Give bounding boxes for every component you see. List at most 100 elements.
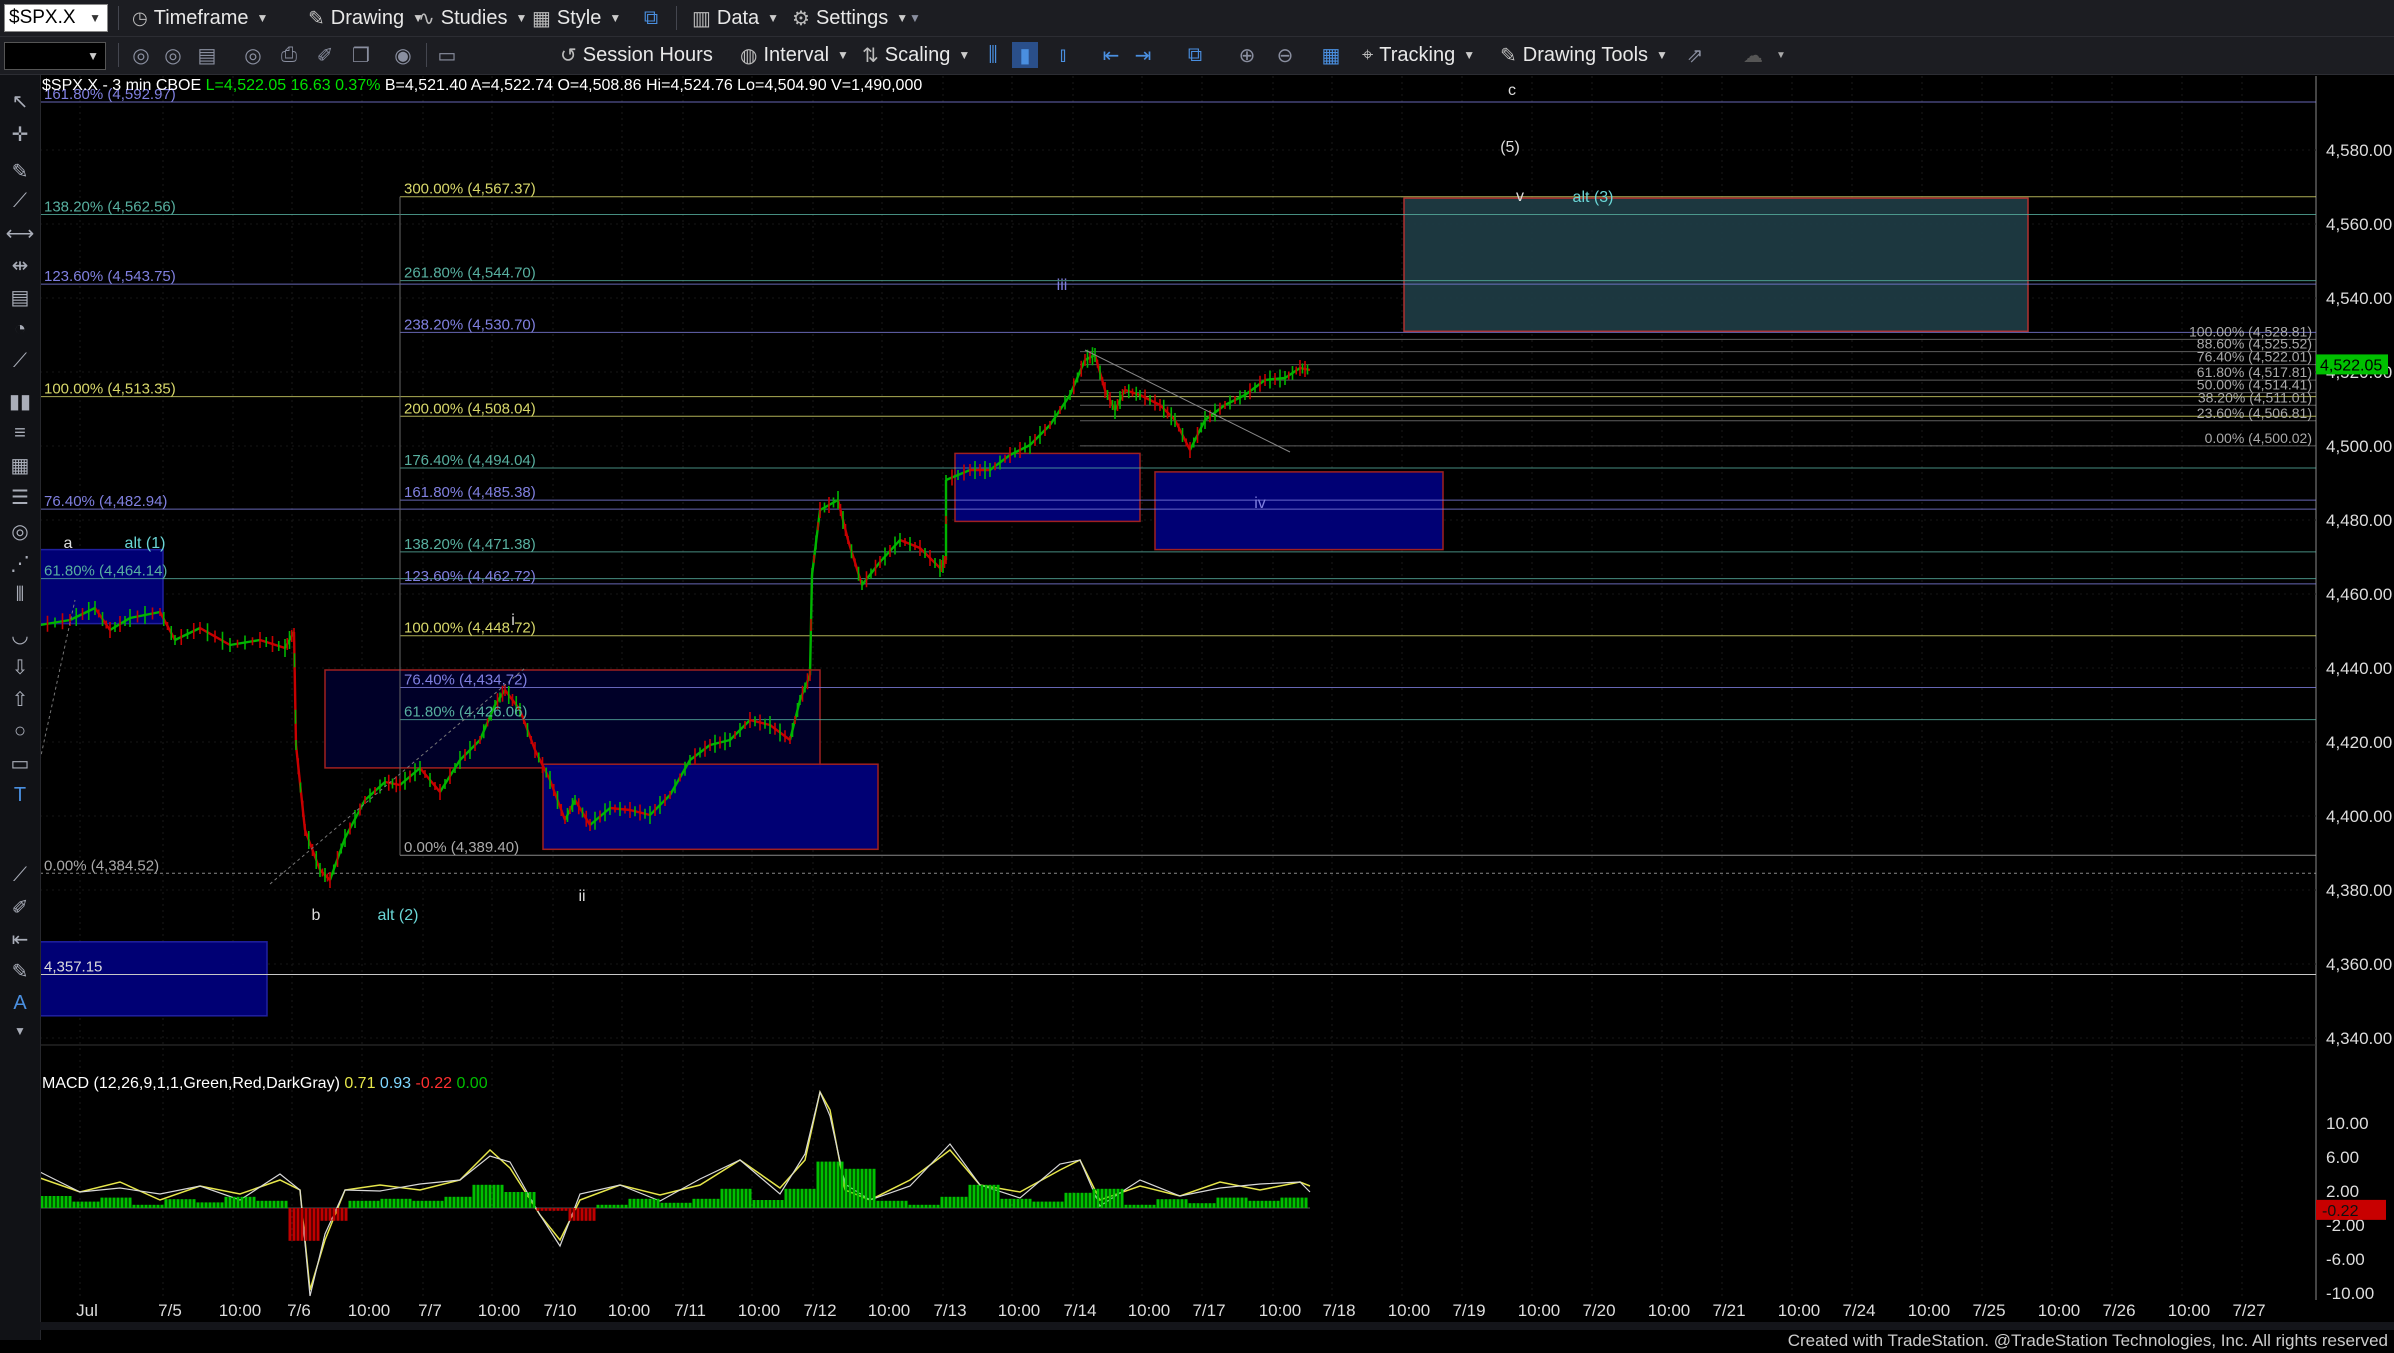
- time-tick-label: 7/24: [1842, 1301, 1875, 1320]
- text-icon[interactable]: T: [5, 781, 35, 809]
- grid-icon[interactable]: ▦: [5, 451, 35, 479]
- arrow-down-icon[interactable]: ⇩: [5, 653, 35, 681]
- gear-icon: ⚙: [792, 7, 810, 30]
- footer-credit: Created with TradeStation. @TradeStation…: [1787, 1331, 2388, 1350]
- price-tick-label: 4,500.00: [2326, 437, 2392, 456]
- interval-menu[interactable]: ◍ Interval ▼: [740, 42, 849, 68]
- zoom-out-icon[interactable]: ⊖: [1272, 42, 1298, 68]
- drawing-tools-menu[interactable]: ✎ Drawing Tools ▼: [1500, 42, 1668, 68]
- settings-menu[interactable]: ⚙ Settings ▼: [792, 5, 908, 31]
- text-style-icon[interactable]: A: [5, 989, 35, 1017]
- price-chart[interactable]: Jul 7/5 10:00 7/6 10:00 7/7 10:00 7/10 10:00 7/11…: [0, 0, 2394, 1353]
- wave-target-box: [324, 669, 821, 769]
- chevron-down-icon[interactable]: ▼: [89, 11, 101, 25]
- macd-tick-label: -10.00: [2326, 1284, 2374, 1303]
- time-tick-label: 10:00: [219, 1301, 262, 1320]
- scaling-menu[interactable]: ⇅ Scaling ▼: [862, 42, 970, 68]
- data-menu[interactable]: ▥ Data ▼: [692, 5, 779, 31]
- ohlc-icon[interactable]: ⫾: [1050, 42, 1076, 68]
- layout-icon[interactable]: ⧉: [1182, 42, 1208, 68]
- gann-icon[interactable]: ⫴: [5, 581, 35, 609]
- tracking-menu[interactable]: ⌖ Tracking ▼: [1362, 42, 1475, 68]
- rectangle-icon[interactable]: ▭: [5, 749, 35, 777]
- refresh-icon[interactable]: ◉: [390, 42, 416, 68]
- snap-icon[interactable]: ⇤: [5, 925, 35, 953]
- zoom-in-icon[interactable]: ⊕: [1234, 42, 1260, 68]
- wave-label: (5): [1500, 139, 1520, 156]
- price-tick-label: 4,580.00: [2326, 141, 2392, 160]
- timeframe-menu[interactable]: ◷ Timeframe ▼: [132, 5, 268, 31]
- time-tick-label: 7/19: [1452, 1301, 1485, 1320]
- link-icon[interactable]: ◎: [160, 42, 186, 68]
- eraser-icon[interactable]: ✐: [5, 893, 35, 921]
- bar-chart-icon[interactable]: ▮: [1012, 42, 1038, 68]
- chevron-down-icon: ▼: [837, 48, 849, 62]
- pause-icon[interactable]: ▮▮: [5, 387, 35, 415]
- horizontal-line-icon[interactable]: ⟷: [5, 219, 35, 247]
- clock-icon: ◷: [132, 7, 148, 28]
- studies-menu[interactable]: ∿ Studies ▼: [418, 5, 527, 31]
- cloud-icon[interactable]: ☁: [1740, 42, 1766, 68]
- fib-level-label: 76.40% (4,482.94): [44, 493, 167, 510]
- pointer-icon[interactable]: ↖: [5, 87, 35, 115]
- vertical-line-icon[interactable]: ⇹: [5, 251, 35, 279]
- channel-icon[interactable]: ▤: [5, 283, 35, 311]
- time-tick-label: 7/20: [1582, 1301, 1615, 1320]
- style-menu[interactable]: ▦ Style ▼: [532, 5, 621, 31]
- session-hours-button[interactable]: ↺ Session Hours: [560, 42, 713, 68]
- fib-retracement-icon[interactable]: ≡: [5, 419, 35, 447]
- time-tick-label: 10:00: [2038, 1301, 2081, 1320]
- eraser-icon[interactable]: ✐: [312, 42, 338, 68]
- fib-level-label: 61.80% (4,426.06): [404, 704, 527, 721]
- time-tick-label: 10:00: [1908, 1301, 1951, 1320]
- print-icon[interactable]: ⎙: [276, 42, 302, 68]
- pen-icon[interactable]: ✎: [5, 157, 35, 185]
- arc-icon[interactable]: ◡: [5, 621, 35, 649]
- wave-label: a: [64, 535, 73, 552]
- copy-icon[interactable]: ❐: [348, 42, 374, 68]
- history-icon: ↺: [560, 44, 577, 67]
- zoom-fit-icon[interactable]: ⇤: [1098, 42, 1124, 68]
- paint-icon[interactable]: ✎: [5, 957, 35, 985]
- tracking-icon: ⌖: [1362, 43, 1374, 66]
- line-icon[interactable]: ⟋: [5, 187, 35, 215]
- arrow-up-icon[interactable]: ⇧: [5, 685, 35, 713]
- fib-icon[interactable]: ⟋: [5, 347, 35, 375]
- drawing-menu[interactable]: ✎ Drawing ▼: [308, 5, 424, 31]
- time-tick-label: 7/10: [543, 1301, 576, 1320]
- price-tick-label: 4,540.00: [2326, 289, 2392, 308]
- time-tick-label: 7/6: [287, 1301, 311, 1320]
- speed-fan-icon[interactable]: ⋰: [5, 549, 35, 577]
- session-toggle[interactable]: ▭: [434, 42, 460, 68]
- chevron-down-icon[interactable]: ▼: [1768, 42, 1794, 68]
- chevron-down-icon[interactable]: ▼: [902, 5, 928, 31]
- crosshair-icon[interactable]: ✛: [5, 120, 35, 148]
- calendar-icon[interactable]: ▤: [194, 42, 220, 68]
- time-tick-label: 10:00: [1388, 1301, 1431, 1320]
- cycle-icon[interactable]: ◔: [5, 315, 35, 343]
- link-icon[interactable]: ◎: [240, 42, 266, 68]
- scroll-icon[interactable]: ⇥: [1130, 42, 1156, 68]
- wave-target-box: [954, 452, 1141, 523]
- macd-tick-label: 6.00: [2326, 1148, 2359, 1167]
- circle-icon[interactable]: ◎: [5, 517, 35, 545]
- grid-icon[interactable]: ▦: [1318, 42, 1344, 68]
- wave-label: i: [511, 612, 515, 629]
- horizontal-scrollbar[interactable]: [40, 1322, 2394, 1330]
- candlestick-icon[interactable]: ⫼: [980, 42, 1006, 68]
- chevron-down-icon: ▼: [515, 11, 528, 25]
- time-tick-label: 7/5: [158, 1301, 182, 1320]
- chevron-down-icon[interactable]: ▼: [5, 1017, 35, 1045]
- export-icon[interactable]: ⇗: [1682, 42, 1708, 68]
- time-tick-label: 7/17: [1192, 1301, 1225, 1320]
- wave-label: alt (3): [1573, 189, 1614, 206]
- levels-icon[interactable]: ☰: [5, 483, 35, 511]
- interval-select[interactable]: ▼: [4, 42, 106, 70]
- header-value: 16.63: [286, 77, 331, 94]
- price-tick-label: 4,560.00: [2326, 215, 2392, 234]
- link-icon[interactable]: ◎: [128, 42, 154, 68]
- ellipse-icon[interactable]: ○: [5, 717, 35, 745]
- layout-icon[interactable]: ⧉: [638, 5, 664, 31]
- ruler-icon[interactable]: ⟋: [5, 861, 35, 889]
- symbol-input[interactable]: $SPX.X ▼: [4, 4, 108, 32]
